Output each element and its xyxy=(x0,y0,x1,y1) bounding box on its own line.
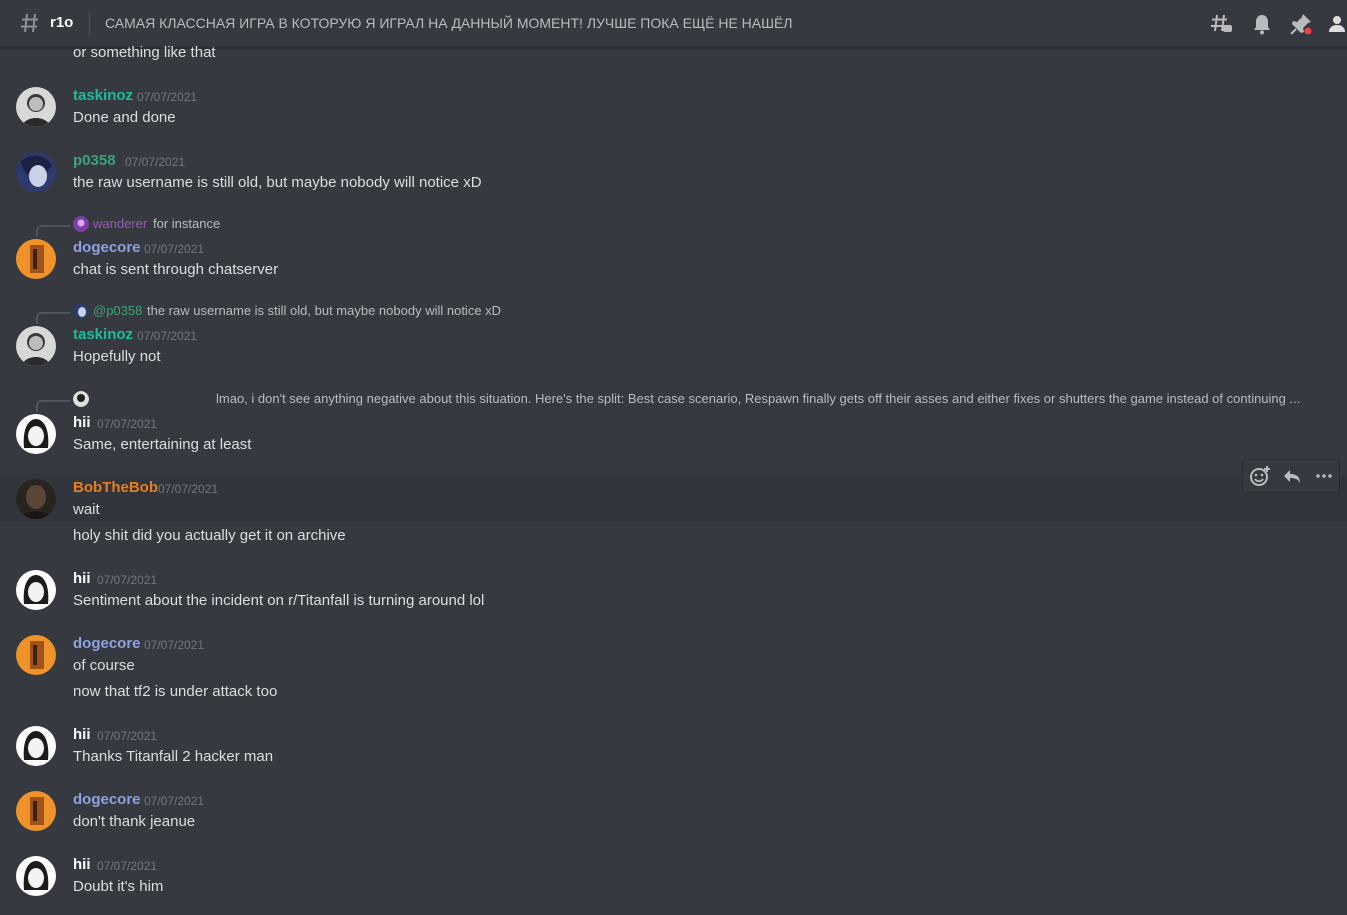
message-text: Same, entertaining at least xyxy=(73,436,252,453)
username[interactable]: dogecore xyxy=(73,791,141,808)
message-text: chat is sent through chatserver xyxy=(73,261,279,278)
timestamp: 07/07/2021 xyxy=(144,794,205,808)
avatar[interactable] xyxy=(16,635,56,675)
message-text: holy shit did you actually get it on arc… xyxy=(73,527,346,544)
username[interactable]: p0358 xyxy=(73,152,116,169)
reply-icon[interactable] xyxy=(1280,464,1304,488)
message-text: of course xyxy=(73,657,135,674)
reply-connector xyxy=(36,400,70,412)
message-toolbar xyxy=(1242,459,1340,493)
channel-name: r1o xyxy=(50,14,74,31)
reply-avatar xyxy=(73,391,89,407)
avatar[interactable] xyxy=(16,856,56,896)
username[interactable]: hii xyxy=(73,414,91,431)
members-icon[interactable] xyxy=(1327,12,1347,36)
reply-username[interactable]: @p0358 xyxy=(93,303,142,318)
avatar[interactable] xyxy=(16,326,56,366)
avatar[interactable] xyxy=(16,239,56,279)
timestamp: 07/07/2021 xyxy=(137,329,198,343)
avatar[interactable] xyxy=(16,726,56,766)
message-text: now that tf2 is under attack too xyxy=(73,683,278,700)
message-text: Thanks Titanfall 2 hacker man xyxy=(73,748,274,765)
header-divider xyxy=(89,12,90,36)
reply-connector xyxy=(36,312,70,324)
message-text: Hopefully not xyxy=(73,348,161,365)
bell-icon[interactable] xyxy=(1250,12,1274,36)
timestamp: 07/07/2021 xyxy=(144,242,205,256)
timestamp: 07/07/2021 xyxy=(97,573,158,587)
timestamp: 07/07/2021 xyxy=(97,859,158,873)
timestamp: 07/07/2021 xyxy=(97,417,158,431)
pin-icon[interactable] xyxy=(1289,12,1313,36)
message-text: don't thank jeanue xyxy=(73,813,196,830)
avatar[interactable] xyxy=(16,479,56,519)
message-text: Sentiment about the incident on r/Titanf… xyxy=(73,592,485,609)
reply-text[interactable]: the raw username is still old, but maybe… xyxy=(147,303,501,318)
username[interactable]: hii xyxy=(73,570,91,587)
timestamp: 07/07/2021 xyxy=(97,729,158,743)
message-text: Doubt it's him xyxy=(73,878,164,895)
username[interactable]: hii xyxy=(73,726,91,743)
reply-avatar xyxy=(73,303,89,319)
timestamp: 07/07/2021 xyxy=(144,638,205,652)
reply-text[interactable]: for instance xyxy=(153,216,220,231)
threads-icon[interactable] xyxy=(1210,12,1234,36)
message-text: or something like that xyxy=(73,44,216,61)
username[interactable]: BobTheBob xyxy=(73,479,158,496)
reply-connector xyxy=(36,225,70,237)
timestamp: 07/07/2021 xyxy=(158,482,219,496)
add-reaction-icon[interactable] xyxy=(1248,464,1272,488)
message-text: Done and done xyxy=(73,109,176,126)
timestamp: 07/07/2021 xyxy=(125,155,186,169)
avatar[interactable] xyxy=(16,87,56,127)
reply-avatar xyxy=(73,216,89,232)
avatar[interactable] xyxy=(16,570,56,610)
username[interactable]: taskinoz xyxy=(73,87,133,104)
timestamp: 07/07/2021 xyxy=(137,90,198,104)
username[interactable]: dogecore xyxy=(73,239,141,256)
username[interactable]: taskinoz xyxy=(73,326,133,343)
text-channel-icon xyxy=(21,13,38,33)
avatar[interactable] xyxy=(16,152,56,192)
avatar[interactable] xyxy=(16,791,56,831)
more-icon[interactable] xyxy=(1312,464,1336,488)
channel-topic[interactable]: САМАЯ КЛАССНАЯ ИГРА В КОТОРУЮ Я ИГРАЛ НА… xyxy=(105,15,792,31)
username[interactable]: dogecore xyxy=(73,635,141,652)
channel-header: r1o САМАЯ КЛАССНАЯ ИГРА В КОТОРУЮ Я ИГРА… xyxy=(0,0,1347,48)
message-text: wait xyxy=(73,501,100,518)
username[interactable]: hii xyxy=(73,856,91,873)
avatar[interactable] xyxy=(16,414,56,454)
reply-text[interactable]: lmao, i don't see anything negative abou… xyxy=(216,391,1300,406)
reply-username[interactable]: wanderer xyxy=(93,216,147,231)
message-text: the raw username is still old, but maybe… xyxy=(73,174,482,191)
